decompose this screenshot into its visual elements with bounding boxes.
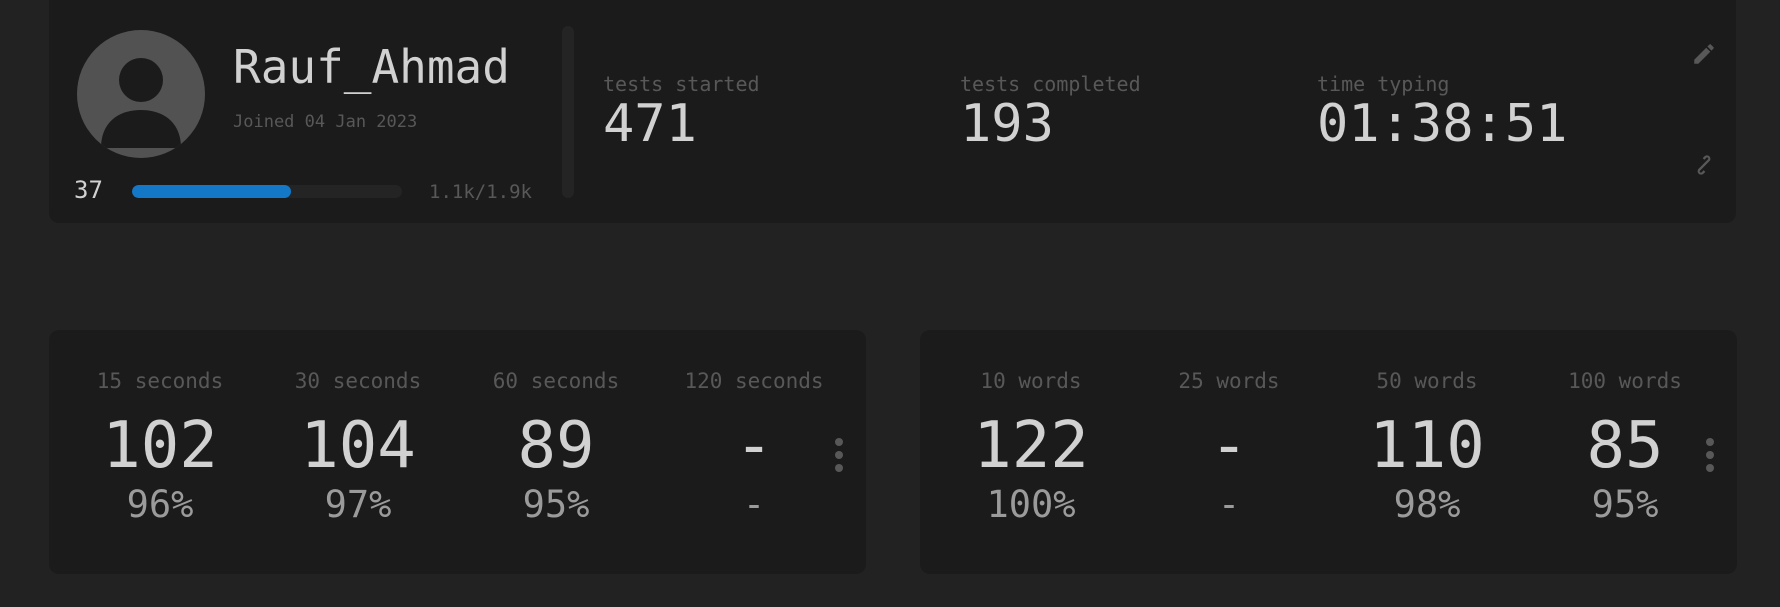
- pb-wpm: 110: [1369, 409, 1485, 483]
- pb-accuracy: 96%: [126, 483, 194, 526]
- pb-label: 50 words: [1376, 369, 1478, 393]
- username: Rauf_Ahmad: [233, 40, 510, 94]
- copy-profile-link-button[interactable]: [1689, 150, 1719, 180]
- stat-label: time typing: [1317, 72, 1450, 96]
- profile-page: Rauf_Ahmad Joined 04 Jan 2023 37 1.1k/1.…: [0, 0, 1780, 607]
- pb-label: 100 words: [1568, 369, 1682, 393]
- pencil-icon: [1694, 44, 1714, 64]
- user-avatar-icon: [101, 58, 181, 148]
- pb-time-120[interactable]: 120 seconds - -: [664, 369, 844, 526]
- pb-words-25[interactable]: 25 words - -: [1139, 369, 1319, 526]
- pb-wpm: 122: [973, 409, 1089, 483]
- pb-words-100[interactable]: 100 words 85 95%: [1535, 369, 1715, 526]
- stat-tests-started: tests started 471: [603, 74, 760, 150]
- pb-label: 15 seconds: [96, 369, 224, 393]
- level-number: 37: [74, 176, 103, 204]
- pb-time-60[interactable]: 60 seconds 89 95%: [466, 369, 646, 526]
- stat-value: 471: [603, 94, 697, 154]
- pb-accuracy: -: [742, 483, 766, 526]
- divider: [562, 26, 574, 198]
- xp-text: 1.1k/1.9k: [429, 181, 532, 203]
- pb-label: 30 seconds: [294, 369, 422, 393]
- pb-label: 25 words: [1178, 369, 1280, 393]
- pb-label: 10 words: [980, 369, 1082, 393]
- link-icon: [1697, 155, 1711, 175]
- kebab-dot: [1706, 438, 1714, 446]
- pb-accuracy: 98%: [1393, 483, 1461, 526]
- pb-label: 120 seconds: [684, 369, 824, 393]
- pb-words-50[interactable]: 50 words 110 98%: [1337, 369, 1517, 526]
- words-pbs-more-button[interactable]: [1702, 438, 1718, 472]
- stat-value: 193: [960, 94, 1054, 154]
- kebab-dot: [835, 438, 843, 446]
- stat-tests-completed: tests completed 193: [960, 74, 1141, 150]
- kebab-dot: [835, 451, 843, 459]
- pb-wpm: -: [734, 409, 774, 483]
- pb-time-30[interactable]: 30 seconds 104 97%: [268, 369, 448, 526]
- stat-label: tests started: [603, 72, 760, 96]
- pb-accuracy: -: [1217, 483, 1241, 526]
- pb-wpm: 102: [102, 409, 218, 483]
- words-personal-bests-card: 10 words 122 100% 25 words - - 50 words …: [920, 330, 1737, 574]
- pb-wpm: -: [1209, 409, 1249, 483]
- time-personal-bests-card: 15 seconds 102 96% 30 seconds 104 97% 60…: [49, 330, 866, 574]
- kebab-dot: [1706, 451, 1714, 459]
- joined-date: Joined 04 Jan 2023: [233, 112, 418, 132]
- pb-wpm: 89: [517, 409, 595, 483]
- stat-label: tests completed: [960, 72, 1141, 96]
- stat-value: 01:38:51: [1317, 94, 1568, 154]
- pb-accuracy: 97%: [324, 483, 392, 526]
- pb-accuracy: 95%: [1591, 483, 1659, 526]
- pb-accuracy: 100%: [986, 483, 1076, 526]
- pb-wpm: 85: [1586, 409, 1664, 483]
- stat-time-typing: time typing 01:38:51: [1317, 74, 1567, 150]
- xp-progress-bar: [132, 185, 402, 198]
- avatar: [77, 30, 205, 158]
- xp-progress-fill: [132, 185, 292, 198]
- pb-wpm: 104: [300, 409, 416, 483]
- kebab-dot: [1706, 464, 1714, 472]
- pb-words-10[interactable]: 10 words 122 100%: [941, 369, 1121, 526]
- profile-card: Rauf_Ahmad Joined 04 Jan 2023 37 1.1k/1.…: [49, 0, 1736, 223]
- pb-time-15[interactable]: 15 seconds 102 96%: [70, 369, 250, 526]
- time-pbs-more-button[interactable]: [831, 438, 847, 472]
- kebab-dot: [835, 464, 843, 472]
- pb-accuracy: 95%: [522, 483, 590, 526]
- edit-profile-button[interactable]: [1689, 39, 1719, 69]
- pb-label: 60 seconds: [492, 369, 620, 393]
